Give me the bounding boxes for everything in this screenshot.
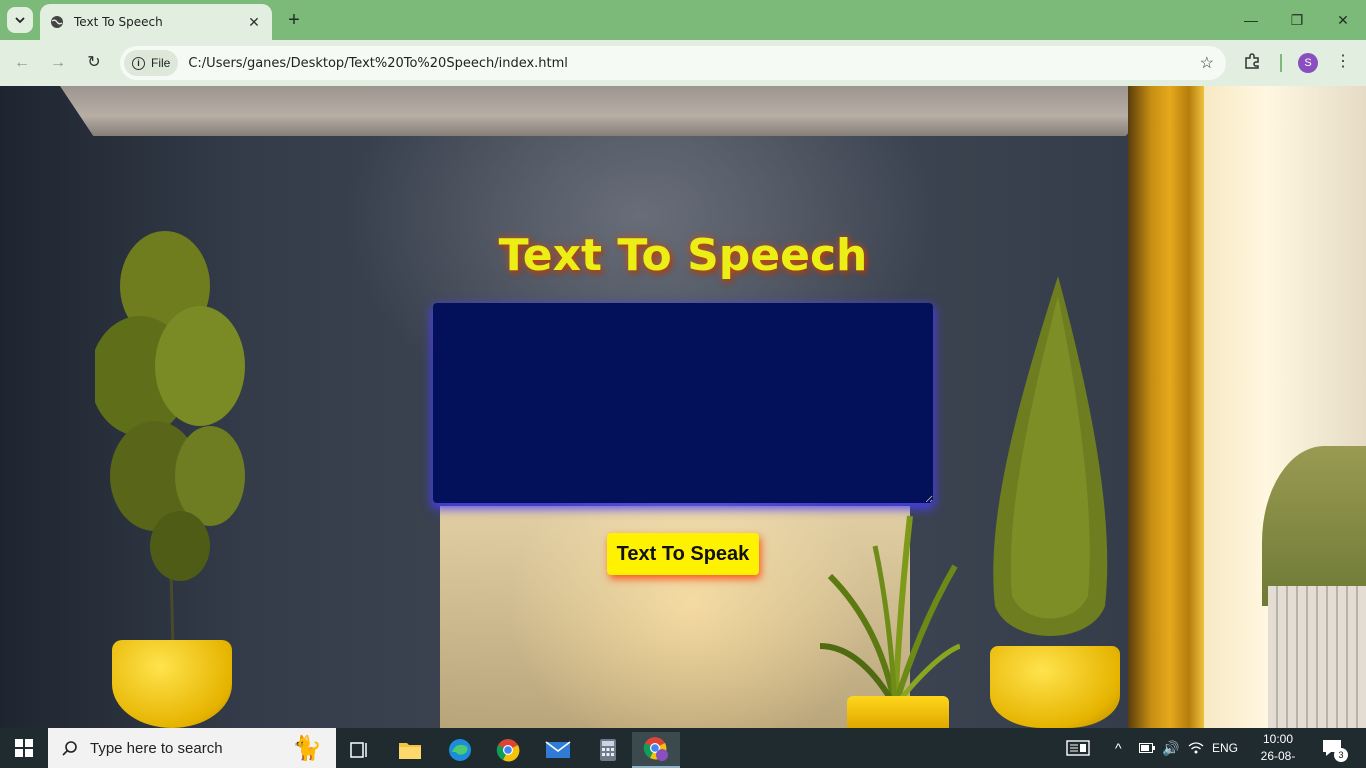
forward-arrow-icon[interactable]: → xyxy=(46,51,70,75)
scheme-label: File xyxy=(151,56,171,70)
tab-title: Text To Speech xyxy=(74,15,163,29)
wifi-icon[interactable] xyxy=(1188,728,1204,768)
right-pot xyxy=(990,646,1120,728)
curtain xyxy=(1128,86,1204,728)
tab-search-button[interactable] xyxy=(7,7,33,33)
reload-icon[interactable]: ↻ xyxy=(82,51,106,75)
search-icon xyxy=(62,741,77,756)
cat-illustration-icon: 🐈 xyxy=(292,734,322,762)
chevron-down-icon xyxy=(15,17,25,24)
tray-chevron-up-icon[interactable]: ^ xyxy=(1115,728,1122,768)
new-tab-button[interactable]: + xyxy=(282,8,306,32)
restore-icon[interactable]: ❐ xyxy=(1274,8,1320,32)
info-icon: i xyxy=(132,56,145,70)
notification-count-badge: 3 xyxy=(1334,748,1348,762)
extensions-puzzle-icon[interactable] xyxy=(1243,52,1261,75)
clock-time: 10:00 xyxy=(1262,732,1294,746)
file-explorer-icon[interactable] xyxy=(386,732,434,768)
edge-browser-icon[interactable] xyxy=(436,732,484,768)
text-to-speak-button[interactable]: Text To Speak xyxy=(607,533,759,575)
url-text[interactable]: C:/Users/ganes/Desktop/Text%20To%20Speec… xyxy=(188,56,1199,71)
minimize-icon[interactable]: — xyxy=(1228,8,1274,32)
news-widget-icon[interactable] xyxy=(1066,728,1090,768)
globe-icon xyxy=(51,16,63,28)
windows-logo-icon xyxy=(15,739,33,757)
search-placeholder: Type here to search xyxy=(90,739,223,757)
middle-pot xyxy=(847,696,949,728)
close-tab-icon[interactable]: ✕ xyxy=(246,14,262,31)
close-window-icon[interactable]: ✕ xyxy=(1320,8,1366,32)
radiator xyxy=(1268,586,1366,728)
start-button[interactable] xyxy=(0,728,48,768)
site-info-chip[interactable]: i File xyxy=(124,50,179,76)
bookmark-star-icon[interactable]: ☆ xyxy=(1200,53,1214,73)
notification-center-icon[interactable]: 3 xyxy=(1322,728,1348,768)
taskbar-search-box[interactable]: Type here to search 🐈 xyxy=(48,728,336,768)
address-bar[interactable]: i File C:/Users/ganes/Desktop/Text%20To%… xyxy=(120,46,1226,80)
mail-icon[interactable] xyxy=(534,732,582,768)
clock-date: 26-08-2024 xyxy=(1260,749,1296,780)
page-title: Text To Speech xyxy=(498,230,868,281)
profile-avatar[interactable]: S xyxy=(1298,53,1318,73)
active-tab[interactable]: Text To Speech ✕ xyxy=(40,4,272,40)
left-plant-image xyxy=(95,231,245,646)
ceiling-molding xyxy=(60,86,1170,136)
back-arrow-icon[interactable]: ← xyxy=(10,51,34,75)
browser-toolbar: ← → ↻ i File C:/Users/ganes/Desktop/Text… xyxy=(0,40,1366,86)
middle-plant-image xyxy=(820,515,960,706)
clock[interactable]: 10:00 26-08-2024 xyxy=(1250,731,1306,782)
task-view-icon[interactable] xyxy=(336,732,384,768)
right-plant-image xyxy=(993,276,1108,636)
windows-taskbar: Type here to search 🐈 ^ 🔊 ENG 10:00 26-0… xyxy=(0,728,1366,780)
left-pot xyxy=(112,640,232,728)
chrome-icon[interactable] xyxy=(484,732,532,768)
calculator-icon[interactable] xyxy=(584,732,632,768)
toolbar-divider xyxy=(1280,54,1282,72)
volume-icon[interactable]: 🔊 xyxy=(1162,728,1179,768)
page-viewport: Text To Speech Text To Speak xyxy=(0,86,1366,728)
battery-icon[interactable] xyxy=(1139,728,1155,768)
more-menu-icon[interactable]: ⋮ xyxy=(1334,51,1352,71)
speech-text-input[interactable] xyxy=(433,303,933,503)
language-indicator[interactable]: ENG xyxy=(1212,728,1238,768)
chrome-profile-window-icon[interactable] xyxy=(632,732,680,768)
tab-strip: Text To Speech ✕ + — ❐ ✕ xyxy=(0,0,1366,40)
